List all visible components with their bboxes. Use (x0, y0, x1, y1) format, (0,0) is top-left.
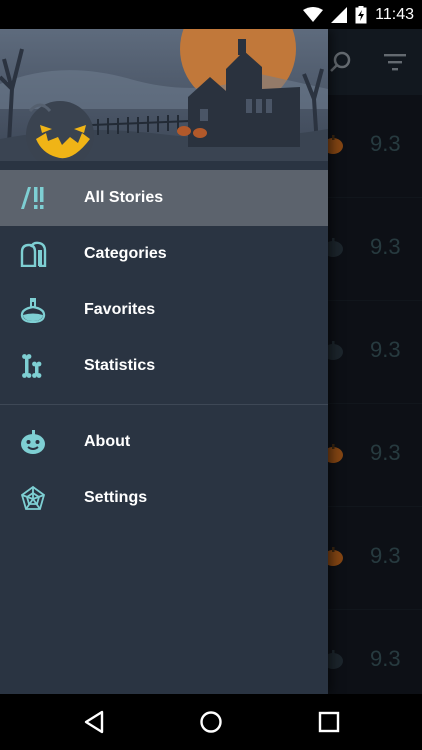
pumpkin-face-icon (21, 430, 45, 454)
drawer-item-settings[interactable]: Settings (0, 470, 328, 526)
drawer-item-all-stories[interactable]: All Stories (0, 170, 328, 226)
back-icon[interactable] (82, 709, 108, 735)
bones-icon (22, 354, 42, 378)
signal-icon (331, 6, 348, 23)
drawer-item-label: Favorites (84, 301, 156, 318)
drawer-header-image (0, 29, 328, 161)
battery-charging-icon (355, 5, 367, 23)
drawer-item-about[interactable]: About (0, 414, 328, 470)
drawer-divider (0, 404, 328, 405)
navigation-drawer: All Stories Categories Favorites Statist… (0, 29, 328, 694)
drawer-item-label: Settings (84, 489, 148, 506)
drawer-item-categories[interactable]: Categories (0, 226, 328, 282)
books-icon (21, 187, 44, 209)
tombstone-icon (20, 241, 47, 267)
drawer-item-statistics[interactable]: Statistics (0, 338, 328, 394)
drawer-item-label: About (84, 433, 131, 450)
wifi-icon (303, 6, 324, 22)
status-bar: 11:43 (0, 0, 422, 29)
drawer-item-favorites[interactable]: Favorites (0, 282, 328, 338)
drawer-item-label: Categories (84, 245, 167, 262)
recents-icon[interactable] (316, 709, 342, 735)
status-clock: 11:43 (375, 5, 414, 23)
system-navigation-bar (0, 694, 422, 750)
home-icon[interactable] (198, 709, 224, 735)
drawer-item-label: All Stories (84, 189, 164, 206)
haunted-house-illustration (0, 29, 328, 161)
drawer-item-label: Statistics (84, 357, 156, 374)
potion-icon (20, 298, 46, 323)
spiderweb-icon (20, 485, 46, 510)
